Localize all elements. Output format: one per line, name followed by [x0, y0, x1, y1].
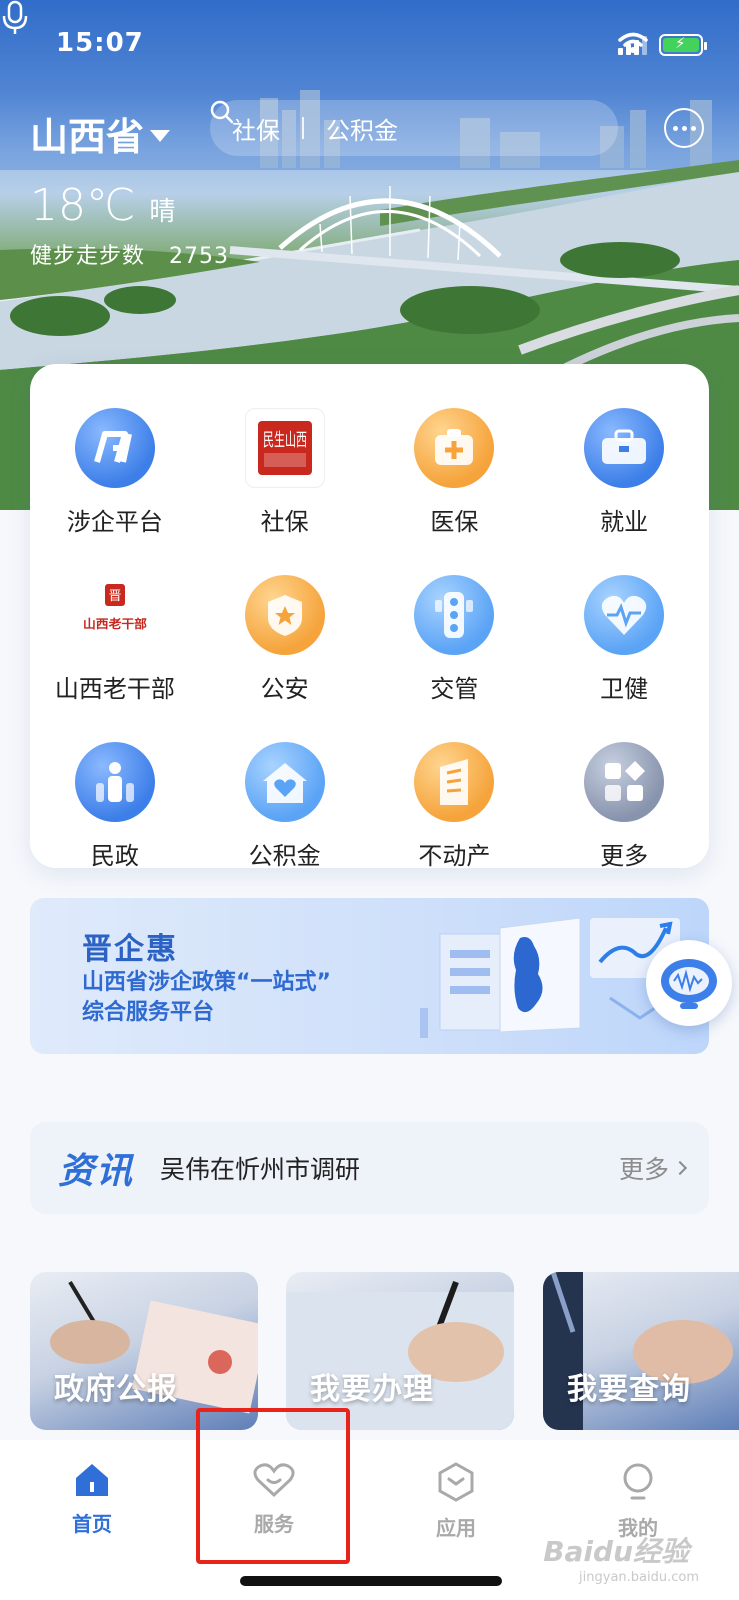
banner-subtitle: 山西省涉企政策“一站式” 综合服务平台: [82, 968, 442, 1028]
enterprise-platform-icon: [74, 408, 155, 488]
service-label: 更多: [600, 842, 649, 870]
service-medical-insurance[interactable]: 医保: [370, 408, 540, 537]
svg-text:晋: 晋: [108, 589, 121, 604]
service-label: 山西老干部: [54, 675, 175, 703]
logo-caption: 山西老干部: [83, 616, 147, 631]
step-counter[interactable]: 健步走步数 2753: [30, 238, 229, 270]
more-grid-icon: [584, 742, 665, 822]
news-more-label: 更多: [618, 1155, 669, 1184]
service-label: 不动产: [418, 842, 491, 870]
service-housing-fund[interactable]: 公积金: [200, 742, 370, 871]
wifi-icon: [618, 32, 648, 53]
card-label: 我要办理: [310, 1372, 434, 1407]
promo-banner[interactable]: 晋企惠 山西省涉企政策“一站式” 综合服务平台: [30, 898, 709, 1054]
social-security-logo-icon: 民生山西: [244, 408, 325, 488]
service-label: 民政: [90, 842, 139, 870]
service-real-estate[interactable]: 不动产: [370, 742, 540, 871]
weather-widget[interactable]: 18℃ 晴: [30, 180, 175, 231]
service-enterprise-platform[interactable]: 涉企平台: [30, 408, 200, 537]
more-options-button[interactable]: [664, 108, 704, 148]
hexagon-icon: [438, 1462, 474, 1502]
search-hint-1: 社保: [232, 116, 280, 145]
banner-subtitle-line1: 山西省涉企政策“一站式”: [82, 970, 331, 995]
service-health[interactable]: 卫健: [539, 575, 709, 704]
service-label: 医保: [430, 508, 479, 536]
service-social-security[interactable]: 民生山西 社保: [200, 408, 370, 537]
home-indicator[interactable]: [240, 1576, 502, 1586]
weather-condition: 晴: [149, 197, 176, 227]
service-employment[interactable]: 就业: [539, 408, 709, 537]
dot: [672, 125, 678, 131]
news-more-link[interactable]: 更多: [618, 1150, 688, 1186]
card-query[interactable]: 我要查询: [543, 1272, 739, 1430]
card-apply[interactable]: 我要办理: [286, 1272, 514, 1430]
status-icons: [618, 32, 707, 58]
tab-home[interactable]: 首页: [32, 1462, 152, 1537]
service-more[interactable]: 更多: [539, 742, 709, 871]
news-headline[interactable]: 吴伟在忻州市调研: [160, 1150, 619, 1186]
traffic-light-icon: [414, 575, 495, 655]
robot-assistant-icon: [661, 959, 717, 1009]
microphone-icon[interactable]: [0, 0, 30, 36]
police-badge-icon: [244, 575, 325, 655]
tab-label: 首页: [72, 1512, 112, 1536]
service-label: 就业: [600, 508, 649, 536]
card-label: 我要查询: [567, 1372, 691, 1407]
search-hint-2: 公积金: [326, 116, 398, 145]
tab-apps[interactable]: 应用: [396, 1462, 516, 1541]
status-time: 15:07: [56, 28, 144, 58]
robot-assistant-button[interactable]: [646, 940, 732, 1026]
service-traffic[interactable]: 交管: [370, 575, 540, 704]
employment-briefcase-icon: [584, 408, 665, 488]
battery-charging-icon: [659, 34, 707, 56]
banner-title: 晋企惠: [82, 932, 178, 967]
service-label: 涉企平台: [66, 508, 163, 536]
card-label: 政府公报: [54, 1372, 178, 1407]
caret-down-icon: [150, 129, 171, 142]
search-divider: [302, 117, 304, 139]
real-estate-icon: [414, 742, 495, 822]
service-label: 公积金: [248, 842, 321, 870]
civil-affairs-icon: [74, 742, 155, 822]
home-icon: [76, 1464, 108, 1496]
step-label: 健步走步数: [30, 244, 146, 269]
housing-fund-icon: [244, 742, 325, 822]
medical-insurance-icon: [414, 408, 495, 488]
news-ticker[interactable]: 资讯 吴伟在忻州市调研 更多: [30, 1122, 709, 1214]
service-police[interactable]: 公安: [200, 575, 370, 704]
health-heart-icon: [584, 575, 665, 655]
province-selector[interactable]: 山西省: [30, 106, 171, 161]
service-label: 公安: [260, 675, 309, 703]
service-veteran-cadre[interactable]: 晋 山西老干部 山西老干部: [30, 575, 200, 704]
step-count: 2753: [169, 244, 230, 269]
watermark-brand: Baidu经验: [543, 1535, 689, 1568]
veteran-cadre-logo-icon: 晋 山西老干部: [74, 575, 155, 655]
profile-icon: [623, 1463, 653, 1500]
service-label: 交管: [430, 675, 479, 703]
banner-subtitle-line2: 综合服务平台: [82, 1000, 215, 1025]
card-government-gazette[interactable]: 政府公报: [30, 1272, 258, 1430]
service-civil-affairs[interactable]: 民政: [30, 742, 200, 871]
dot: [690, 125, 696, 131]
annotation-highlight-box: [196, 1408, 350, 1564]
service-grid: 涉企平台 民生山西 社保 医保 就业 晋 山西老干部 山西老干部 公安 交管 卫…: [30, 408, 709, 871]
logo-text-top: 民生山西: [263, 430, 307, 451]
tab-label: 应用: [436, 1516, 476, 1540]
temperature: 18℃: [30, 180, 136, 231]
dot: [681, 125, 687, 131]
search-icon: [210, 100, 234, 124]
service-grid-card: 涉企平台 民生山西 社保 医保 就业 晋 山西老干部 山西老干部 公安 交管 卫…: [30, 364, 709, 871]
news-tag: 资讯: [58, 1151, 135, 1192]
service-label: 社保: [260, 508, 309, 536]
service-label: 卫健: [600, 675, 649, 703]
chevron-right-icon: [672, 1160, 688, 1176]
watermark-url: jingyan.baidu.com: [579, 1570, 699, 1585]
search-bar[interactable]: 社保 公积金: [210, 100, 618, 156]
province-name: 山西省: [30, 115, 145, 159]
